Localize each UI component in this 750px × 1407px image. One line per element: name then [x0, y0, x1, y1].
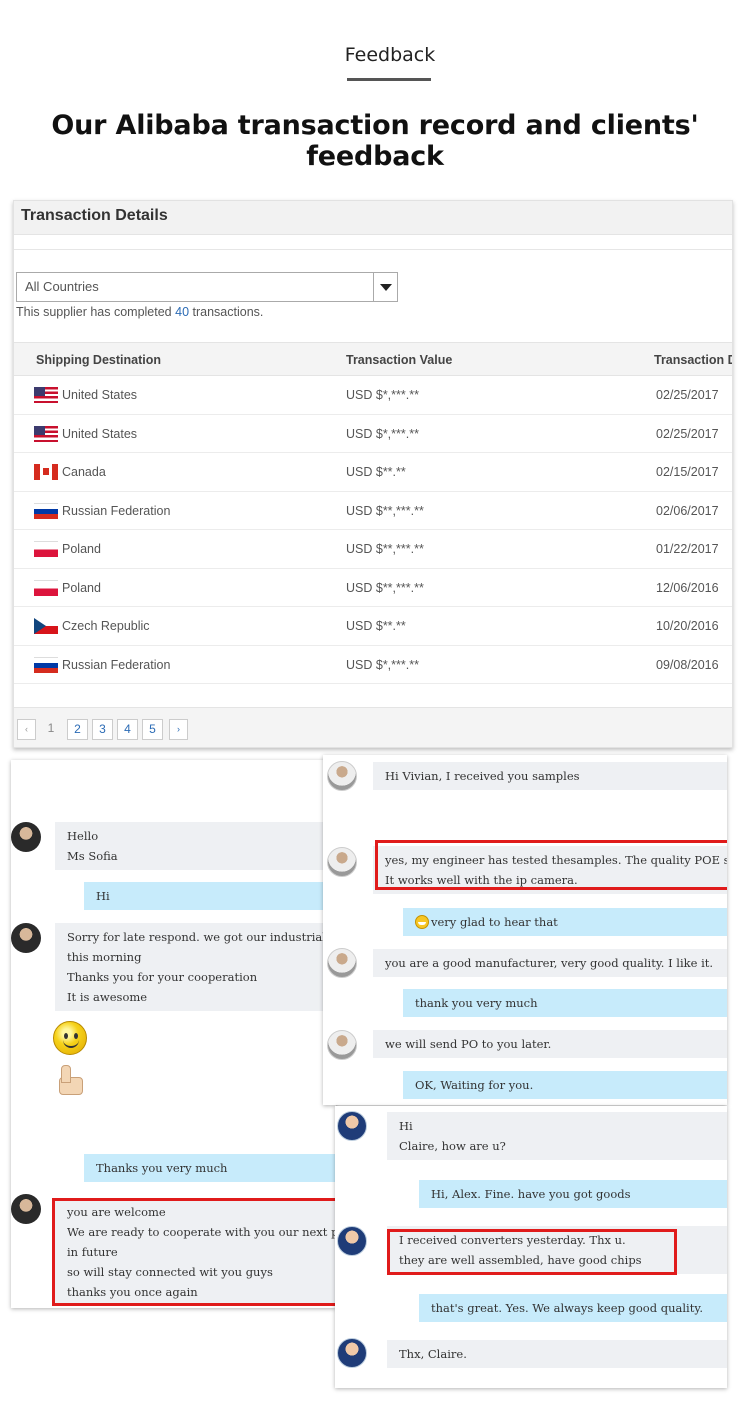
row-value: USD $**.**	[346, 619, 406, 633]
cz-flag-icon	[34, 618, 58, 634]
country-filter-select[interactable]: All Countries	[16, 272, 398, 302]
row-date: 02/15/2017	[656, 465, 719, 479]
message-incoming: Thx, Claire.	[387, 1340, 727, 1368]
avatar	[337, 1111, 367, 1141]
avatar	[337, 1338, 367, 1368]
us-flag-icon	[34, 425, 58, 442]
message-incoming: Hi Claire, how are u?	[387, 1112, 727, 1160]
row-date: 02/25/2017	[656, 426, 719, 441]
row-date: 09/08/2016	[656, 657, 719, 672]
summary-suffix: transactions.	[192, 305, 264, 319]
avatar	[337, 1226, 367, 1256]
pl-flag-icon	[34, 541, 58, 557]
transaction-details-title: Transaction Details	[14, 201, 732, 235]
table-row: Russian Federation USD $*,***.** 09/08/2…	[14, 646, 732, 684]
pagination: ‹ 1 2 3 4 5 ›	[14, 707, 732, 747]
smile-emoji-icon	[53, 1021, 87, 1055]
column-header-date[interactable]: Transaction D	[654, 353, 732, 367]
ca-flag-icon	[34, 464, 58, 480]
table-row: United States USD $*,***.** 02/25/2017	[14, 376, 732, 415]
grin-emoji-icon	[415, 915, 429, 929]
message-incoming: you are a good manufacturer, very good q…	[373, 949, 727, 977]
message-incoming: Hi Vivian, I received you samples	[373, 762, 727, 790]
avatar	[327, 847, 357, 877]
thumbs-up-icon	[53, 1065, 85, 1095]
message-incoming: we will send PO to you later.	[373, 1030, 727, 1058]
message-outgoing: that's great. Yes. We always keep good q…	[419, 1294, 727, 1322]
avatar	[11, 923, 41, 953]
table-row: United States USD $*,***.** 02/25/2017	[14, 415, 732, 453]
avatar	[327, 1030, 357, 1060]
row-date: 10/20/2016	[656, 619, 719, 633]
ru-flag-icon	[34, 656, 58, 673]
row-date: 02/06/2017	[656, 503, 719, 518]
table-row: Canada USD $**.** 02/15/2017	[14, 453, 732, 492]
row-value: USD $**,***.**	[346, 542, 424, 556]
message-incoming: Sorry for late respond. we got our indus…	[55, 923, 336, 1011]
divider	[14, 249, 732, 250]
row-value: USD $*,***.**	[346, 657, 419, 672]
column-header-destination[interactable]: Shipping Destination	[36, 353, 161, 367]
row-value: USD $**,***.**	[346, 503, 424, 518]
transaction-summary: This supplier has completed 40 transacti…	[16, 305, 263, 319]
ru-flag-icon	[34, 502, 58, 519]
row-country: Russian Federation	[62, 503, 171, 518]
message-outgoing: thank you very much	[403, 989, 727, 1017]
row-value: USD $**.**	[346, 465, 406, 479]
avatar	[327, 761, 357, 791]
pl-flag-icon	[34, 579, 58, 596]
chat-window-sofia: Hello Ms Sofia Hi Sorry for late respond…	[11, 760, 336, 1308]
avatar	[11, 1194, 41, 1224]
transaction-details-card: Transaction Details All Countries This s…	[13, 200, 733, 748]
message-outgoing: very glad to hear that	[403, 908, 727, 936]
table-row: Russian Federation USD $**,***.** 02/06/…	[14, 492, 732, 530]
us-flag-icon	[34, 387, 58, 403]
avatar	[11, 822, 41, 852]
country-filter-value: All Countries	[25, 279, 99, 294]
summary-prefix: This supplier has completed	[16, 305, 172, 319]
row-country: Russian Federation	[62, 657, 171, 672]
highlight-box	[387, 1229, 677, 1275]
avatar	[327, 948, 357, 978]
row-country: Canada	[62, 465, 106, 479]
row-country: Poland	[62, 580, 101, 595]
table-row: Poland USD $**,***.** 01/22/2017	[14, 530, 732, 569]
row-value: USD $*,***.**	[346, 388, 419, 402]
row-country: Poland	[62, 542, 101, 556]
transaction-count[interactable]: 40	[175, 305, 189, 319]
current-page: 1	[47, 721, 55, 735]
message-incoming: Hello Ms Sofia	[55, 822, 336, 870]
section-underline	[347, 78, 431, 81]
message-outgoing: Thanks you very much	[84, 1154, 336, 1182]
table-row: Czech Republic USD $**.** 10/20/2016	[14, 607, 732, 646]
row-date: 12/06/2016	[656, 580, 719, 595]
row-value: USD $*,***.**	[346, 426, 419, 441]
row-country: Czech Republic	[62, 619, 150, 633]
chat-window-vivian: Hi Vivian, I received you samples yes, m…	[323, 755, 727, 1105]
page-5-button[interactable]: 5	[142, 719, 163, 740]
page-4-button[interactable]: 4	[117, 719, 138, 740]
table-row: Poland USD $**,***.** 12/06/2016	[14, 569, 732, 607]
chevron-down-icon[interactable]	[373, 273, 397, 301]
message-outgoing: Hi, Alex. Fine. have you got goods	[419, 1180, 727, 1208]
page-2-button[interactable]: 2	[67, 719, 88, 740]
prev-page-button[interactable]: ‹	[17, 719, 36, 740]
column-header-value[interactable]: Transaction Value	[346, 353, 452, 367]
section-label: Feedback	[344, 44, 436, 66]
row-date: 02/25/2017	[656, 388, 719, 402]
row-date: 01/22/2017	[656, 542, 719, 556]
chat-window-claire: Hi Claire, how are u? Hi, Alex. Fine. ha…	[335, 1106, 727, 1388]
highlight-box	[52, 1198, 336, 1306]
row-country: United States	[62, 426, 138, 441]
highlight-box	[375, 840, 727, 890]
row-country: United States	[62, 388, 138, 402]
next-page-button[interactable]: ›	[169, 719, 188, 740]
row-value: USD $**,***.**	[346, 580, 424, 595]
message-outgoing: Hi	[84, 882, 336, 910]
message-outgoing: OK, Waiting for you.	[403, 1071, 727, 1099]
page-3-button[interactable]: 3	[92, 719, 113, 740]
page-headline: Our Alibaba transaction record and clien…	[51, 110, 699, 172]
table-header: Shipping Destination Transaction Value T…	[14, 342, 732, 376]
